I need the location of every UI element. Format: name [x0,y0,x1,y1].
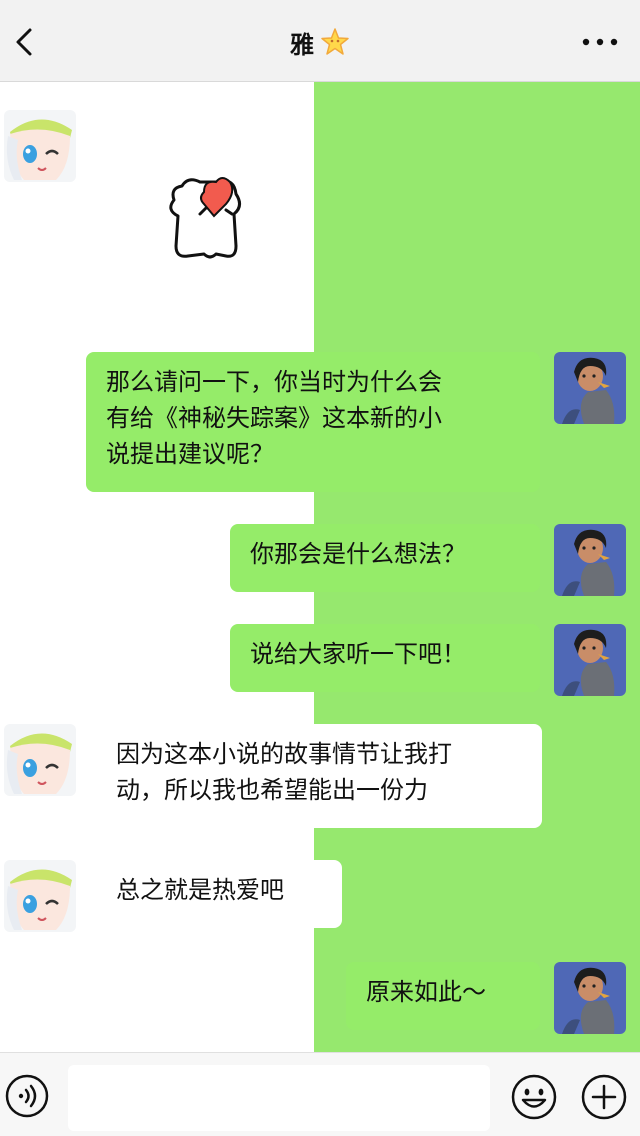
message-text: 说提出建议呢？ [106,440,274,468]
outgoing-message-bubble[interactable]: 原来如此～ [346,962,540,1030]
message-text: 说给大家听一下吧！ [250,640,466,668]
contact-avatar[interactable] [4,724,76,796]
message-text: 因为这本小说的故事情节让我打 [116,740,452,768]
user-avatar[interactable] [554,624,626,696]
title-area: 雅 [0,24,640,60]
contact-avatar[interactable] [4,110,76,182]
outgoing-message-bubble[interactable]: 你那会是什么想法？ [230,524,540,592]
chat-title: 雅 [290,30,314,59]
chat-area[interactable]: 那么请问一下，你当时为什么会 有给《神秘失踪案》这本新的小 说提出建议呢？ 你那… [0,82,640,1052]
message-text: 总之就是热爱吧 [116,876,284,904]
more-dots-icon[interactable] [580,30,620,54]
incoming-message-bubble[interactable]: 因为这本小说的故事情节让我打 动，所以我也希望能出一份力 [96,724,542,828]
emoji-icon[interactable] [510,1073,558,1121]
message-text: 你那会是什么想法？ [250,540,466,568]
outgoing-message-bubble[interactable]: 说给大家听一下吧！ [230,624,540,692]
message-text: 动，所以我也希望能出一份力 [116,776,428,804]
user-avatar[interactable] [554,962,626,1034]
plus-icon[interactable] [580,1073,628,1121]
incoming-message-bubble[interactable]: 总之就是热爱吧 [96,860,342,928]
bear-holding-heart-sticker[interactable] [160,170,250,264]
message-text: 那么请问一下，你当时为什么会 [106,368,442,396]
user-avatar[interactable] [554,352,626,424]
input-bar [0,1052,640,1136]
outgoing-message-bubble[interactable]: 那么请问一下，你当时为什么会 有给《神秘失踪案》这本新的小 说提出建议呢？ [86,352,540,492]
contact-avatar[interactable] [4,860,76,932]
star-icon [321,28,349,55]
message-text: 原来如此～ [366,978,486,1006]
chat-header: 雅 [0,0,640,82]
message-input[interactable] [68,1065,490,1131]
voice-icon[interactable] [4,1073,50,1119]
user-avatar[interactable] [554,524,626,596]
message-text: 有给《神秘失踪案》这本新的小 [106,404,442,432]
